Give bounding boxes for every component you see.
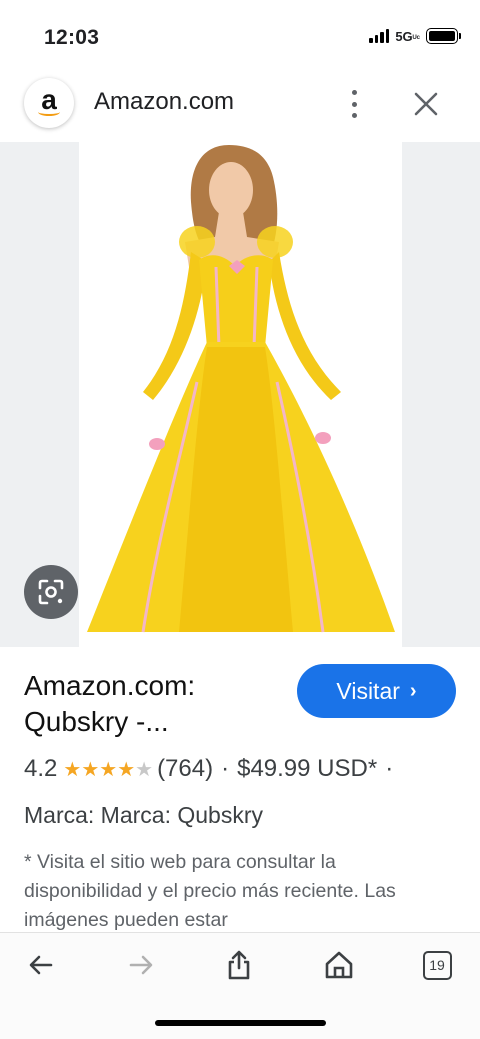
- forward-button[interactable]: [123, 947, 159, 983]
- brand-text: Marca: Marca: Qubskry: [24, 802, 263, 828]
- site-title: Amazon.com: [94, 88, 235, 115]
- signal-icon: [369, 29, 390, 43]
- forward-arrow-icon: [129, 955, 153, 975]
- disclaimer-text: * Visita el sitio web para consultar la …: [24, 851, 396, 931]
- back-arrow-icon: [29, 955, 53, 975]
- back-button[interactable]: [23, 947, 59, 983]
- home-icon: [325, 951, 353, 979]
- status-time: 12:03: [44, 26, 100, 49]
- chevron-right-icon: ›: [409, 679, 417, 702]
- network-type: 5Gᵁᶜ: [395, 28, 420, 44]
- lens-search-button[interactable]: [24, 565, 78, 619]
- product-image[interactable]: [79, 142, 402, 647]
- tab-count: 19: [422, 950, 452, 980]
- home-indicator: [155, 1020, 326, 1026]
- status-bar: 12:03 5Gᵁᶜ: [0, 0, 480, 70]
- lens-icon: [38, 579, 64, 605]
- visit-button-label: Visitar: [336, 677, 400, 704]
- result-title[interactable]: Amazon.com: Qubskry -...: [24, 668, 284, 740]
- close-button[interactable]: [412, 90, 440, 118]
- star-rating-icon: ★ ★ ★ ★ ★: [63, 758, 154, 781]
- amazon-logo-icon: a: [24, 78, 74, 128]
- status-icons: 5Gᵁᶜ: [369, 28, 461, 44]
- price: $49.99 USD*: [237, 755, 378, 782]
- yellow-ball-gown-image: [87, 145, 395, 633]
- separator: ·: [221, 755, 230, 782]
- share-button[interactable]: [221, 947, 257, 983]
- rating-value: 4.2: [24, 755, 58, 782]
- result-header: a Amazon.com: [0, 70, 480, 140]
- rating-row: 4.2 ★ ★ ★ ★ ★ (764) · $49.99 USD* ·: [24, 755, 393, 783]
- visit-button[interactable]: Visitar ›: [297, 664, 456, 718]
- image-area: [0, 142, 480, 647]
- battery-icon: [426, 28, 461, 44]
- share-icon: [228, 950, 250, 980]
- review-count: (764): [157, 755, 214, 782]
- separator-trailing: ·: [385, 755, 394, 782]
- close-icon: [414, 92, 438, 116]
- tabs-button[interactable]: 19: [419, 947, 455, 983]
- home-button[interactable]: [321, 947, 357, 983]
- more-options-button[interactable]: [343, 86, 365, 122]
